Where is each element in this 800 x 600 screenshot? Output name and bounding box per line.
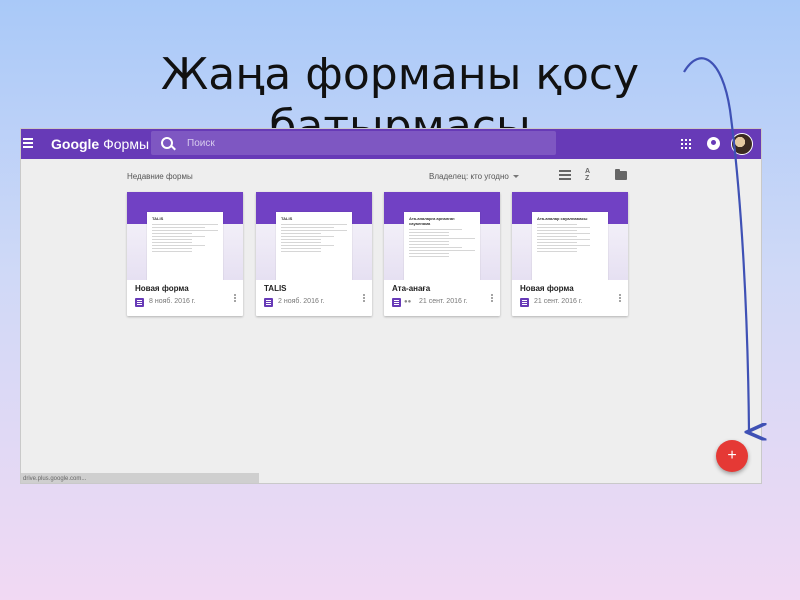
- app-bar: Google Формы: [21, 129, 761, 159]
- form-card[interactable]: TALIS TALIS 2 нояб. 2016 г.: [256, 192, 372, 316]
- form-thumbnail: TALIS: [127, 192, 243, 280]
- brand-name: Google: [51, 136, 100, 152]
- form-date: 21 сент. 2016 г.: [534, 298, 583, 305]
- more-icon[interactable]: [619, 294, 621, 296]
- form-icon: [392, 298, 401, 307]
- slide-title-line1: Жаңа форманы қосу: [160, 49, 640, 101]
- form-icon: [264, 298, 273, 307]
- form-card[interactable]: Ата-аналар сауалнамасы Новая форма 21 се…: [512, 192, 628, 316]
- more-icon[interactable]: [234, 294, 236, 296]
- form-thumbnail: Ата-аналарға арналған сауалнама: [384, 192, 500, 280]
- search-icon[interactable]: [161, 137, 173, 149]
- owner-filter[interactable]: Владелец: кто угодно: [429, 172, 519, 181]
- form-thumbnail: Ата-аналар сауалнамасы: [512, 192, 628, 280]
- form-date: 2 нояб. 2016 г.: [278, 298, 325, 305]
- preview-title: TALIS: [152, 216, 164, 221]
- preview-title: Ата-аналар сауалнамасы: [537, 216, 588, 221]
- folder-icon[interactable]: [615, 169, 627, 180]
- forms-screenshot: Google Формы Недавние формы Владелец: кт…: [20, 128, 762, 484]
- form-icon: [135, 298, 144, 307]
- form-title: Ата-анаға: [392, 284, 431, 293]
- add-form-button[interactable]: +: [716, 440, 748, 472]
- form-title: Новая форма: [520, 284, 574, 293]
- preview-title: TALIS: [281, 216, 293, 221]
- product-name: Формы: [103, 136, 150, 152]
- apps-icon[interactable]: [681, 139, 691, 149]
- recent-forms-label: Недавние формы: [127, 172, 193, 181]
- list-view-icon[interactable]: [559, 170, 571, 180]
- form-date: 8 нояб. 2016 г.: [149, 298, 196, 305]
- form-title: TALIS: [264, 284, 287, 293]
- owner-filter-label: Владелец: кто угодно: [429, 172, 509, 181]
- form-card[interactable]: TALIS Новая форма 8 нояб. 2016 г.: [127, 192, 243, 316]
- search-input[interactable]: [187, 135, 547, 151]
- search-box[interactable]: [151, 131, 556, 155]
- sort-icon[interactable]: AZ: [585, 168, 590, 182]
- status-bar: drive.plus.google.com...: [21, 473, 259, 483]
- preview-title: Ата-аналарға арналған сауалнама: [409, 216, 455, 226]
- caret-down-icon: [512, 175, 519, 179]
- more-icon[interactable]: [363, 294, 365, 296]
- avatar[interactable]: [731, 133, 753, 155]
- form-title: Новая форма: [135, 284, 189, 293]
- app-title[interactable]: Google Формы: [51, 135, 149, 153]
- form-card[interactable]: Ата-аналарға арналған сауалнама Ата-анағ…: [384, 192, 500, 316]
- form-date: 21 сент. 2016 г.: [419, 298, 468, 305]
- more-icon[interactable]: [491, 294, 493, 296]
- account-icon[interactable]: [707, 137, 720, 150]
- form-icon: [520, 298, 529, 307]
- menu-icon[interactable]: [23, 136, 37, 152]
- form-thumbnail: TALIS: [256, 192, 372, 280]
- shared-icon: ●●: [404, 299, 412, 305]
